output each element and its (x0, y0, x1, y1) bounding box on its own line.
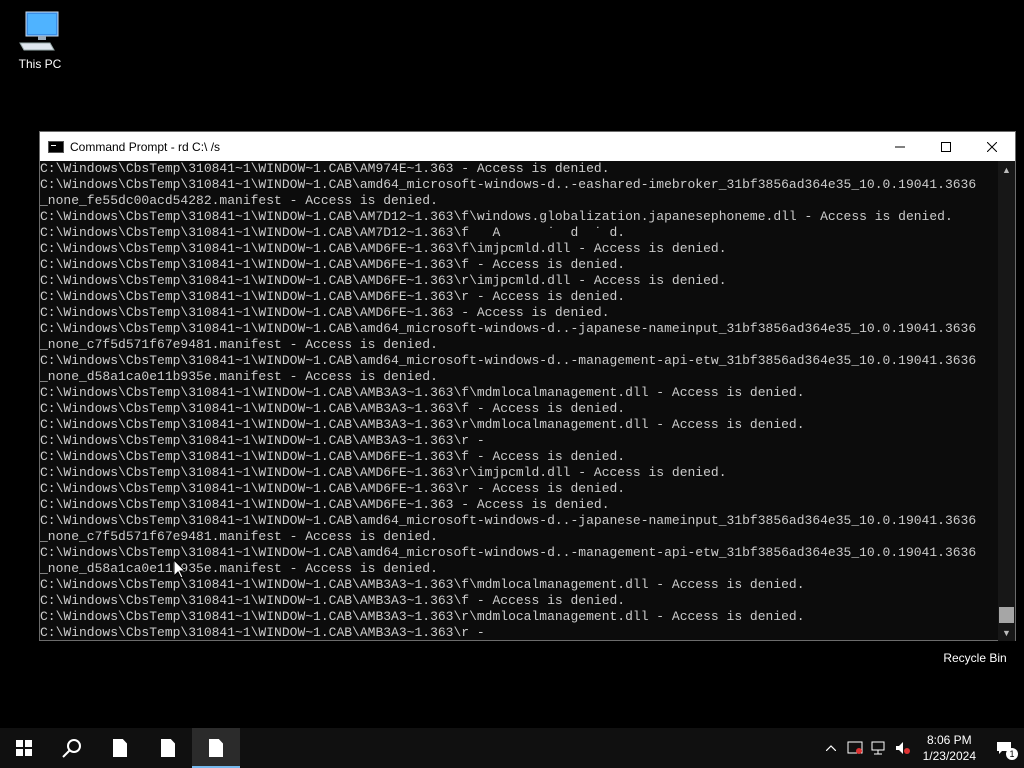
taskbar-app-button-active[interactable] (192, 728, 240, 768)
console-line: C:\Windows\CbsTemp\310841~1\WINDOW~1.CAB… (40, 481, 626, 496)
console-line: C:\Windows\CbsTemp\310841~1\WINDOW~1.CAB… (40, 465, 727, 480)
mouse-pointer-icon (174, 560, 186, 579)
console-line: C:\Windows\CbsTemp\310841~1\WINDOW~1.CAB… (40, 257, 626, 272)
console-line: C:\Windows\CbsTemp\310841~1\WINDOW~1.CAB… (40, 625, 485, 640)
clock-time: 8:06 PM (926, 733, 972, 747)
console-line: _none_c7f5d571f67e9481.manifest - Access… (40, 337, 438, 352)
desktop-icon-label: This PC (18, 57, 62, 71)
minimize-button[interactable] (877, 132, 923, 161)
taskbar-clock[interactable]: 8:06 PM 1/23/2024 (915, 732, 984, 764)
close-icon (987, 141, 997, 152)
network-tray-button[interactable] (867, 728, 891, 768)
console-line: C:\Windows\CbsTemp\310841~1\WINDOW~1.CAB… (40, 433, 485, 448)
console-line: C:\Windows\CbsTemp\310841~1\WINDOW~1.CAB… (40, 225, 626, 240)
maximize-icon (941, 141, 951, 152)
chevron-up-icon (825, 745, 836, 751)
network-icon (871, 741, 885, 755)
security-warning-icon (847, 741, 863, 754)
console-line: C:\Windows\CbsTemp\310841~1\WINDOW~1.CAB… (40, 273, 727, 288)
console-line: C:\Windows\CbsTemp\310841~1\WINDOW~1.CAB… (40, 353, 977, 368)
security-tray-button[interactable] (843, 728, 867, 768)
console-line: _none_d58a1ca0e11b935e.manifest - Access… (40, 369, 438, 384)
console-line: C:\Windows\CbsTemp\310841~1\WINDOW~1.CAB… (40, 289, 626, 304)
console-line: C:\Windows\CbsTemp\310841~1\WINDOW~1.CAB… (40, 513, 977, 528)
console-line: C:\Windows\CbsTemp\310841~1\WINDOW~1.CAB… (40, 609, 805, 624)
taskbar-app-button[interactable] (144, 728, 192, 768)
file-icon (161, 739, 175, 757)
console-line: C:\Windows\CbsTemp\310841~1\WINDOW~1.CAB… (40, 401, 626, 416)
console-line: C:\Windows\CbsTemp\310841~1\WINDOW~1.CAB… (40, 305, 610, 320)
minimize-icon (895, 146, 905, 147)
show-hidden-icons-button[interactable] (819, 728, 843, 768)
console-line: C:\Windows\CbsTemp\310841~1\WINDOW~1.CAB… (40, 209, 953, 224)
vertical-scrollbar[interactable]: ▲ ▼ (998, 161, 1015, 641)
system-tray: 8:06 PM 1/23/2024 1 (819, 728, 1024, 768)
window-titlebar[interactable]: Command Prompt - rd C:\ /s (40, 132, 1015, 161)
start-icon (16, 740, 32, 756)
search-icon (62, 739, 81, 758)
console-line: C:\Windows\CbsTemp\310841~1\WINDOW~1.CAB… (40, 577, 805, 592)
desktop-icon-label: Recycle Bin (943, 651, 1007, 665)
taskbar: 8:06 PM 1/23/2024 1 (0, 728, 1024, 768)
taskbar-app-button[interactable] (96, 728, 144, 768)
console-line: C:\Windows\CbsTemp\310841~1\WINDOW~1.CAB… (40, 385, 805, 400)
start-button[interactable] (0, 728, 48, 768)
console-line: C:\Windows\CbsTemp\310841~1\WINDOW~1.CAB… (40, 545, 977, 560)
console-line: C:\Windows\CbsTemp\310841~1\WINDOW~1.CAB… (40, 241, 727, 256)
console-line: _none_c7f5d571f67e9481.manifest - Access… (40, 529, 438, 544)
file-icon (113, 739, 127, 757)
scroll-down-arrow-icon[interactable]: ▼ (998, 624, 1015, 641)
console-line: C:\Windows\CbsTemp\310841~1\WINDOW~1.CAB… (40, 497, 610, 512)
scroll-up-arrow-icon[interactable]: ▲ (998, 161, 1015, 178)
desktop-icon-this-pc[interactable]: This PC (0, 10, 80, 71)
computer-icon (19, 11, 59, 51)
maximize-button[interactable] (923, 132, 969, 161)
console-line: _none_fe55dc00acd54282.manifest - Access… (40, 193, 438, 208)
volume-muted-icon (895, 742, 910, 754)
console-line: C:\Windows\CbsTemp\310841~1\WINDOW~1.CAB… (40, 177, 977, 192)
console-app-icon (48, 140, 64, 153)
clock-date: 1/23/2024 (922, 749, 976, 763)
console-line: C:\Windows\CbsTemp\310841~1\WINDOW~1.CAB… (40, 417, 805, 432)
console-line: C:\Windows\CbsTemp\310841~1\WINDOW~1.CAB… (40, 321, 977, 336)
volume-tray-button[interactable] (891, 728, 915, 768)
notification-count-badge: 1 (1006, 748, 1018, 760)
search-button[interactable] (48, 728, 96, 768)
action-center-button[interactable]: 1 (984, 728, 1024, 768)
file-icon (209, 739, 223, 757)
close-button[interactable] (969, 132, 1015, 161)
window-title: Command Prompt - rd C:\ /s (70, 139, 221, 154)
console-line: C:\Windows\CbsTemp\310841~1\WINDOW~1.CAB… (40, 593, 626, 608)
scrollbar-thumb[interactable] (999, 607, 1014, 623)
console-line: C:\Windows\CbsTemp\310841~1\WINDOW~1.CAB… (40, 161, 610, 176)
console-line: C:\Windows\CbsTemp\310841~1\WINDOW~1.CAB… (40, 449, 626, 464)
